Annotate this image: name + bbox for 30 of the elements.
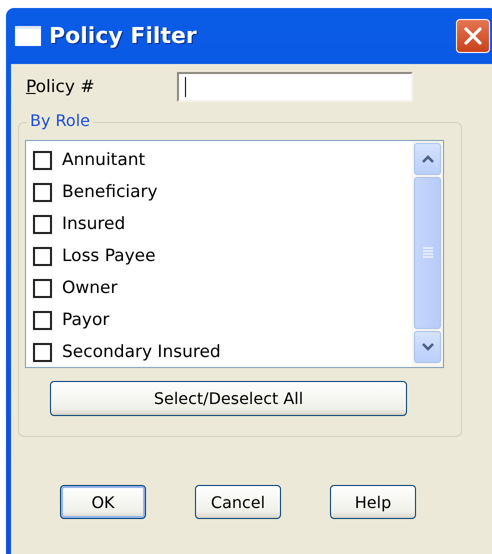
scroll-bar[interactable]: [412, 141, 443, 367]
checkbox[interactable]: [33, 214, 52, 234]
field-label: Policy #: [25, 77, 96, 97]
group-title: By Role: [27, 111, 94, 130]
dialog-button[interactable]: Cancel: [195, 485, 281, 519]
checkbox-label: Secondary Insured: [62, 342, 221, 362]
scroll-down-button[interactable]: [414, 331, 441, 363]
checkbox-label: Loss Payee: [62, 246, 156, 266]
select-all-button[interactable]: Select/Deselect All: [50, 381, 407, 416]
scroll-thumb[interactable]: [414, 177, 441, 329]
checkbox-label: Payor: [62, 310, 110, 330]
checkbox-label: Annuitant: [62, 150, 146, 170]
dialog-button[interactable]: OK: [60, 485, 146, 519]
scroll-up-button[interactable]: [414, 143, 441, 175]
checkbox[interactable]: [33, 246, 52, 266]
checkbox-label: Owner: [62, 278, 118, 298]
checkbox[interactable]: [33, 342, 52, 362]
checkbox[interactable]: [33, 150, 52, 170]
window-title: Policy Filter: [49, 24, 198, 48]
checkbox[interactable]: [33, 278, 52, 298]
checkbox-label: Insured: [62, 214, 126, 234]
close-button[interactable]: [456, 19, 490, 53]
checkbox[interactable]: [33, 182, 52, 202]
grip-icon: [422, 246, 434, 260]
close-icon: [462, 25, 484, 47]
window-icon: [15, 26, 41, 46]
input-field[interactable]: [177, 72, 413, 102]
checkbox[interactable]: [33, 310, 52, 330]
dialog-button[interactable]: Help: [330, 485, 416, 519]
checkbox-label: Beneficiary: [62, 182, 158, 202]
